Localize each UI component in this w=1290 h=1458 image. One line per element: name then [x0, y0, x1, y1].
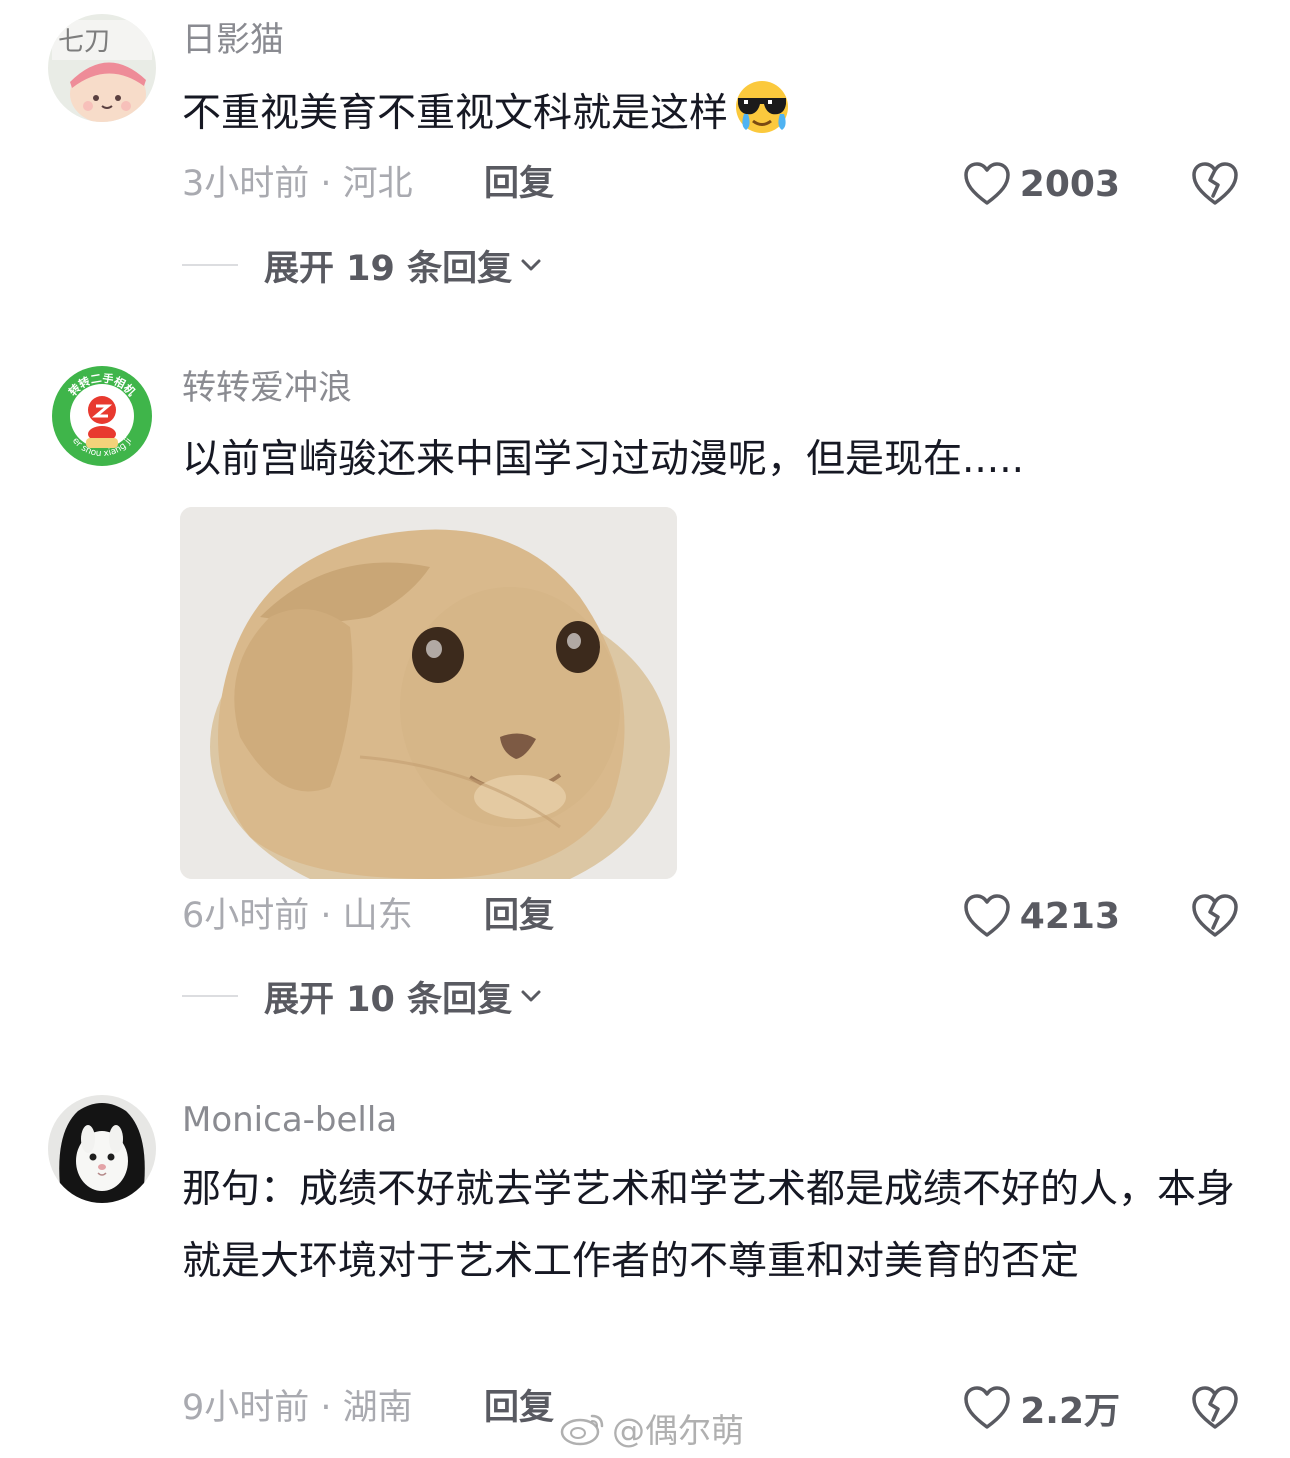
- comment-text: 那句：成绩不好就去学艺术和学艺术都是成绩不好的人，本身就是大环境对于艺术工作者的…: [182, 1167, 1236, 1284]
- weibo-logo-icon: [560, 1414, 604, 1446]
- comment-meta: 9小时前 · 湖南: [182, 1388, 413, 1428]
- comment-item: Monica-bella 那句：成绩不好就去学艺术和学艺术都是成绩不好的人，本身…: [0, 0, 1290, 1458]
- avatar[interactable]: [48, 1095, 156, 1203]
- username[interactable]: Monica-bella: [182, 1098, 397, 1142]
- like-button[interactable]: 2.2万: [962, 1383, 1120, 1433]
- weibo-watermark: @偶尔萌: [560, 1404, 744, 1452]
- broken-heart-icon: [1192, 1386, 1238, 1429]
- dislike-button[interactable]: [1190, 1382, 1240, 1432]
- avatar-image: [48, 1095, 156, 1203]
- like-count: 2.2万: [1020, 1391, 1120, 1432]
- watermark-text: @偶尔萌: [612, 1411, 744, 1450]
- heart-outline-icon: [964, 1386, 1010, 1429]
- reply-button[interactable]: 回复: [484, 1386, 554, 1430]
